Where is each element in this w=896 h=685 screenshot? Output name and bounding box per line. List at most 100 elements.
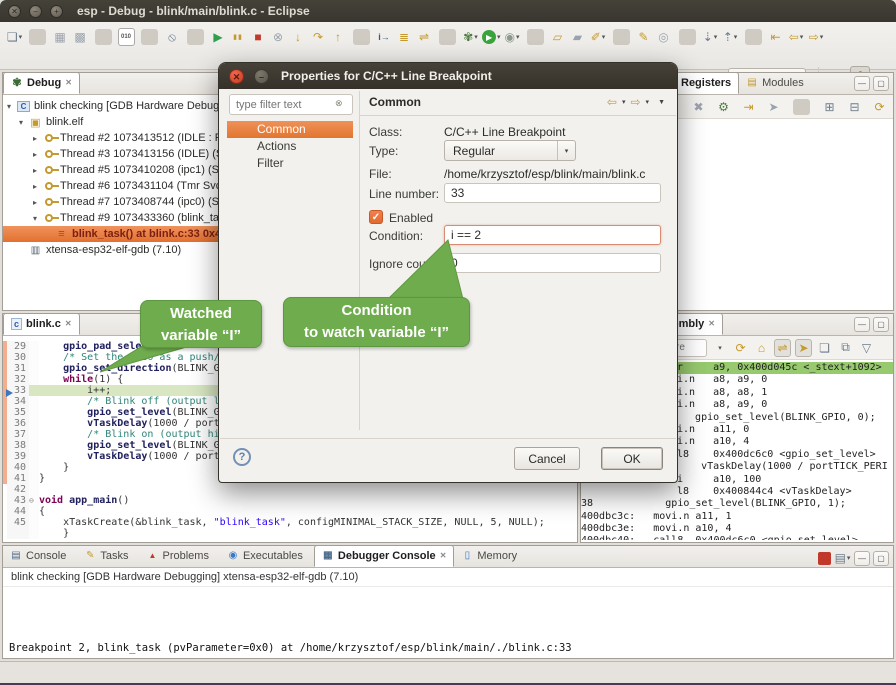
condition-input[interactable]	[444, 225, 661, 245]
new-view-icon[interactable]: ❏	[816, 339, 833, 357]
step-over-icon[interactable]: ↷	[310, 28, 327, 46]
fold-icon[interactable]	[29, 385, 39, 396]
minimize-icon[interactable]: —	[854, 551, 870, 566]
close-icon[interactable]: ✕	[440, 551, 447, 560]
dialog-minimize-button[interactable]: –	[254, 69, 269, 84]
save-icon[interactable]: ▦	[52, 28, 69, 46]
previous-annotation-icon[interactable]: ⇣▾	[702, 28, 719, 46]
fold-icon[interactable]	[29, 352, 39, 363]
step-return-icon[interactable]: ↑	[330, 28, 347, 46]
run-icon[interactable]: ▶▾	[482, 28, 501, 46]
restore-icon[interactable]: ⟳	[871, 98, 888, 116]
close-icon[interactable]: ✕	[65, 78, 72, 87]
toolbar-separator[interactable]	[745, 29, 762, 45]
tab-modules[interactable]: Modules	[739, 72, 811, 94]
expander-icon[interactable]: ▸	[33, 134, 43, 143]
fold-icon[interactable]	[29, 407, 39, 418]
open-resource-icon[interactable]: ▰	[570, 28, 587, 46]
import-registers-icon[interactable]: ⇥	[740, 98, 757, 116]
tree-row[interactable]: ▸ Thread #5 1073410208 (ipc1) (Susp	[3, 162, 221, 178]
maximize-icon[interactable]: ▢	[873, 76, 889, 91]
console-tab[interactable]: Problems	[139, 545, 219, 567]
console-tab[interactable]: Console	[3, 545, 77, 567]
dialog-nav-item[interactable]: Filter	[227, 155, 353, 172]
toolbar-separator[interactable]	[527, 29, 544, 45]
close-icon[interactable]: ✕	[65, 319, 72, 328]
follow-execution-icon[interactable]: ➤	[795, 339, 812, 357]
tree-row[interactable]: ▸ Thread #6 1073431104 (Tmr Svc) (S	[3, 178, 221, 194]
refresh-icon[interactable]: ⟳	[732, 339, 749, 357]
ok-button[interactable]: OK	[601, 447, 663, 470]
tree-row[interactable]: ▾ blink checking [GDB Hardware Debug	[3, 98, 221, 114]
fold-icon[interactable]	[29, 517, 39, 528]
open-folder-icon[interactable]: ▱	[550, 28, 567, 46]
debug-icon[interactable]: ✾▾	[462, 28, 479, 46]
toolbar-separator[interactable]	[793, 99, 810, 115]
window-minimize-button[interactable]: –	[29, 5, 42, 18]
tab-blink-c[interactable]: blink.c ✕	[3, 313, 80, 335]
tab-debug[interactable]: Debug ✕	[3, 72, 80, 94]
window-maximize-button[interactable]: +	[50, 5, 63, 18]
expander-icon[interactable]: ▾	[19, 118, 29, 127]
tree-row[interactable]: ▾ Thread #9 1073433360 (blink_task	[3, 210, 221, 226]
fold-icon[interactable]	[29, 363, 39, 374]
fold-icon[interactable]	[29, 473, 39, 484]
resume-icon[interactable]: ▶	[210, 28, 227, 46]
expander-icon[interactable]: ▸	[33, 150, 43, 159]
view-menu-icon[interactable]: ▼	[658, 99, 665, 106]
fold-icon[interactable]	[29, 528, 39, 539]
home-icon[interactable]: ⌂	[753, 339, 770, 357]
line-number-input[interactable]	[444, 183, 661, 203]
chevron-down-icon[interactable]: ▾	[711, 339, 728, 357]
minimize-icon[interactable]: —	[854, 76, 870, 91]
mark-occurrences-icon[interactable]: ✎	[636, 28, 653, 46]
forward-icon[interactable]: ⇨	[630, 95, 640, 109]
ignore-count-input[interactable]	[444, 253, 661, 273]
console-tab[interactable]: Tasks	[77, 545, 139, 567]
console-tab[interactable]: Debugger Console ✕	[314, 545, 455, 567]
external-tools-icon[interactable]: ◉▾	[504, 28, 521, 46]
display-console-icon[interactable]: ▤▾	[834, 549, 851, 567]
instruction-stepping-icon[interactable]: i→	[376, 28, 393, 46]
toolbar-separator[interactable]	[679, 29, 696, 45]
expander-icon[interactable]: ▸	[33, 166, 43, 175]
chevron-down-icon[interactable]: ▾	[622, 98, 626, 106]
disconnect-icon[interactable]: ⊗	[270, 28, 287, 46]
fold-icon[interactable]	[29, 396, 39, 407]
step-filters-icon[interactable]: ⇌	[416, 28, 433, 46]
toolbar-separator[interactable]	[95, 29, 112, 45]
toolbar-separator[interactable]	[353, 29, 370, 45]
fold-icon[interactable]	[29, 440, 39, 451]
fold-icon[interactable]: ⊖	[29, 495, 39, 506]
toolbar-separator[interactable]	[613, 29, 630, 45]
dialog-nav-item[interactable]: Common	[227, 121, 353, 138]
chevron-down-icon[interactable]: ▾	[646, 98, 650, 106]
collapse-icon[interactable]: ⊟	[846, 98, 863, 116]
toolbar-separator[interactable]	[187, 29, 204, 45]
view-menu-icon[interactable]: ▽	[858, 339, 875, 357]
sync-selection-icon[interactable]: ⇌	[774, 339, 791, 357]
maximize-icon[interactable]: ▢	[873, 551, 889, 566]
terminate-icon[interactable]: ■	[250, 28, 267, 46]
expand-icon[interactable]: ⊞	[821, 98, 838, 116]
register-groups-icon[interactable]: ⚙	[715, 98, 732, 116]
suspend-icon[interactable]: ▮▮	[230, 28, 247, 46]
toolbar-separator[interactable]	[439, 29, 456, 45]
show-debug-view-icon[interactable]: ≣	[396, 28, 413, 46]
last-edit-location-icon[interactable]: ⇤	[768, 28, 785, 46]
toolbar-separator[interactable]	[141, 29, 158, 45]
type-dropdown[interactable]: Regular ▾	[444, 140, 576, 161]
tree-row[interactable]: ▸ Thread #7 1073408744 (ipc0) (Susp	[3, 194, 221, 210]
tree-row[interactable]: ▾ blink.elf	[3, 114, 221, 130]
fold-icon[interactable]	[29, 451, 39, 462]
skip-breakpoints-icon[interactable]: ⦸	[164, 28, 181, 46]
expander-icon[interactable]: ▾	[7, 102, 17, 111]
select-pointer-icon[interactable]: ➤	[765, 98, 782, 116]
annotate-icon[interactable]: ✐▾	[590, 28, 607, 46]
console-tab[interactable]: Memory	[454, 545, 528, 567]
window-close-button[interactable]: ✕	[8, 5, 21, 18]
dialog-nav-item[interactable]: Actions	[227, 138, 353, 155]
new-wizard-icon[interactable]: ❏▾	[6, 28, 23, 46]
dialog-close-button[interactable]: ✕	[229, 69, 244, 84]
help-icon[interactable]: ?	[233, 448, 251, 466]
